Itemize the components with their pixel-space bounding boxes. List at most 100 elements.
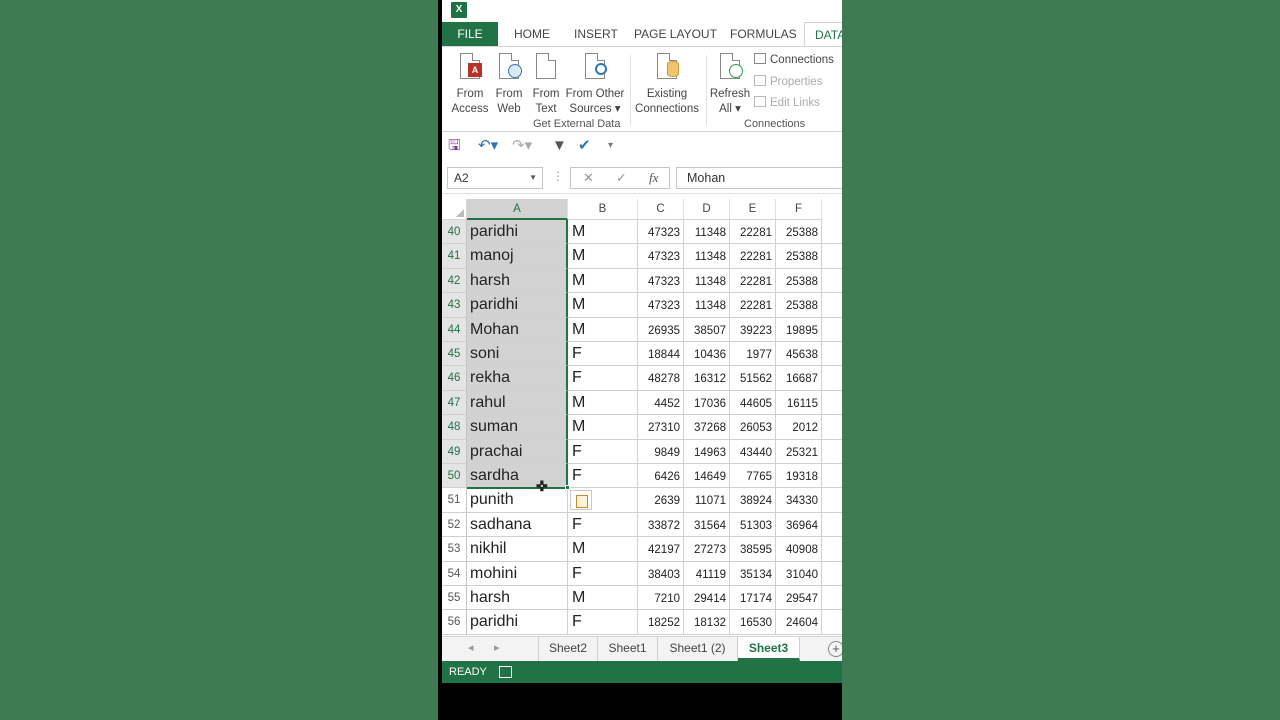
cell-gender[interactable]: F <box>568 561 638 586</box>
cell-name[interactable]: Mohan <box>467 317 568 342</box>
cell-empty[interactable] <box>822 366 842 391</box>
cell-value-c[interactable]: 27310 <box>638 415 684 440</box>
cell-value-c[interactable]: 7210 <box>638 586 684 611</box>
row-header[interactable]: 45 <box>442 342 467 367</box>
tab-page-layout[interactable]: PAGE LAYOUT <box>634 22 717 46</box>
column-header-e[interactable]: E <box>730 199 776 220</box>
cell-name[interactable]: soni <box>467 342 568 367</box>
cell-empty[interactable] <box>822 464 842 489</box>
cancel-icon[interactable]: ✕ <box>583 170 594 186</box>
cell-empty[interactable] <box>822 562 842 586</box>
cell-value-e[interactable]: 26053 <box>730 415 776 440</box>
cell-gender[interactable]: M <box>568 220 638 245</box>
chevron-down-icon[interactable]: ▼ <box>529 168 537 188</box>
cell-gender[interactable]: M <box>568 537 638 562</box>
cell-empty[interactable] <box>822 537 842 562</box>
cell-value-e[interactable]: 38924 <box>730 488 776 513</box>
existing-connections-button[interactable]: Existing Connections <box>634 51 700 117</box>
cell-value-f[interactable]: 25388 <box>776 293 822 318</box>
cell-name[interactable]: paridhi <box>467 220 568 245</box>
cell-value-c[interactable]: 2639 <box>638 488 684 513</box>
cell-name[interactable]: sadhana <box>467 512 568 538</box>
cell-value-e[interactable]: 22281 <box>730 244 776 269</box>
cell-value-e[interactable]: 51562 <box>730 366 776 391</box>
cell-empty[interactable] <box>822 244 842 269</box>
row-header[interactable]: 44 <box>442 317 467 342</box>
row-header[interactable]: 40 <box>442 220 467 245</box>
cell-empty[interactable] <box>822 415 842 440</box>
cell-name[interactable]: sardha <box>467 464 568 489</box>
cell-name[interactable]: manoj <box>467 244 568 269</box>
row-header[interactable]: 46 <box>442 366 467 391</box>
cell-value-e[interactable]: 17174 <box>730 586 776 611</box>
cell-gender[interactable]: F <box>568 610 638 635</box>
cell-value-f[interactable]: 24604 <box>776 610 822 635</box>
scroll-left-icon[interactable]: ◂ <box>468 641 474 654</box>
add-sheet-icon[interactable]: + <box>828 641 842 657</box>
from-text-button[interactable]: From Text <box>528 51 564 117</box>
cell-empty[interactable] <box>822 220 842 245</box>
cell-value-f[interactable]: 31040 <box>776 561 822 586</box>
properties-button[interactable]: Properties <box>754 73 822 91</box>
cell-value-c[interactable]: 38403 <box>638 561 684 586</box>
cell-gender[interactable]: M <box>568 293 638 318</box>
cell-gender[interactable]: F <box>568 464 638 489</box>
cell-name[interactable]: nikhil <box>467 537 568 562</box>
cell-value-d[interactable]: 14963 <box>684 439 730 464</box>
column-header-a[interactable]: A <box>467 199 568 220</box>
cell-value-f[interactable]: 40908 <box>776 537 822 562</box>
cell-value-f[interactable]: 16687 <box>776 366 822 391</box>
row-header[interactable]: 50 <box>442 464 467 489</box>
cell-value-e[interactable]: 22281 <box>730 293 776 318</box>
cell-empty[interactable] <box>822 440 842 464</box>
cell-value-f[interactable]: 25388 <box>776 244 822 269</box>
cell-value-c[interactable]: 26935 <box>638 317 684 342</box>
row-header[interactable]: 54 <box>442 561 467 586</box>
cell-value-e[interactable]: 44605 <box>730 390 776 416</box>
spelling-icon[interactable]: ✔ <box>578 137 591 155</box>
cell-gender[interactable]: F <box>568 439 638 464</box>
cell-empty[interactable] <box>822 342 842 367</box>
row-header[interactable]: 56 <box>442 610 467 635</box>
save-icon[interactable]: 🖫 <box>448 137 461 155</box>
row-header[interactable]: 55 <box>442 586 467 611</box>
cell-value-f[interactable]: 19895 <box>776 317 822 342</box>
cell-value-f[interactable]: 19318 <box>776 464 822 489</box>
cell-value-e[interactable]: 39223 <box>730 317 776 342</box>
cell-name[interactable]: rahul <box>467 390 568 416</box>
sheet-tab-sheet3[interactable]: Sheet3 <box>738 637 800 661</box>
cell-name[interactable]: mohini <box>467 561 568 586</box>
redo-icon[interactable]: ↷▾ <box>512 137 532 155</box>
cell-value-c[interactable]: 4452 <box>638 390 684 416</box>
cell-value-d[interactable]: 10436 <box>684 342 730 367</box>
cell-value-d[interactable]: 27273 <box>684 537 730 562</box>
cell-value-d[interactable]: 38507 <box>684 317 730 342</box>
cell-value-c[interactable]: 47323 <box>638 220 684 245</box>
cell-value-c[interactable]: 47323 <box>638 293 684 318</box>
column-header-b[interactable]: B <box>568 199 638 220</box>
filter-icon[interactable]: ▼ <box>552 137 567 155</box>
cell-name[interactable]: harsh <box>467 586 568 611</box>
cell-value-f[interactable]: 25388 <box>776 220 822 245</box>
connections-button[interactable]: Connections <box>754 51 834 69</box>
from-web-button[interactable]: From Web <box>491 51 527 117</box>
column-header-d[interactable]: D <box>684 199 730 220</box>
tab-insert[interactable]: INSERT <box>574 22 618 46</box>
cell-name[interactable]: harsh <box>467 268 568 294</box>
row-header[interactable]: 48 <box>442 415 467 440</box>
cell-empty[interactable] <box>822 586 842 611</box>
customize-qat-icon[interactable]: ▾ <box>608 137 613 155</box>
cell-value-e[interactable]: 43440 <box>730 439 776 464</box>
cell-value-c[interactable]: 48278 <box>638 366 684 391</box>
edit-links-button[interactable]: Edit Links <box>754 94 820 112</box>
cell-gender[interactable]: M <box>568 415 638 440</box>
row-header[interactable]: 51 <box>442 488 467 513</box>
macro-record-icon[interactable] <box>499 666 512 678</box>
cell-gender[interactable]: M <box>568 586 638 611</box>
quick-analysis-icon[interactable] <box>570 490 592 511</box>
cell-value-f[interactable]: 2012 <box>776 415 822 440</box>
cell-value-d[interactable]: 29414 <box>684 586 730 611</box>
cell-gender[interactable]: F <box>568 512 638 538</box>
row-header[interactable]: 52 <box>442 512 467 538</box>
cell-value-c[interactable]: 33872 <box>638 512 684 538</box>
